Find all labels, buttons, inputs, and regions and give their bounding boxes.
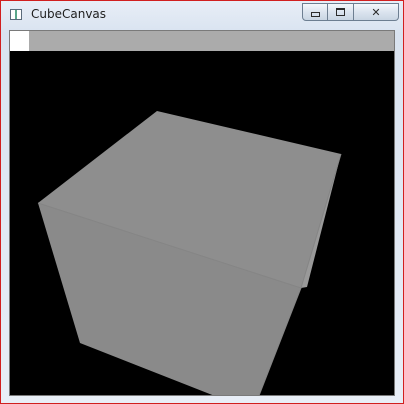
close-button[interactable]: ✕ (354, 3, 399, 21)
app-window: CubeCanvas ✕ (0, 0, 404, 404)
close-icon: ✕ (371, 5, 381, 19)
cube-canvas[interactable] (10, 51, 394, 395)
app-window-icon[interactable] (10, 9, 22, 20)
cube-canvas-svg (37, 111, 342, 395)
maximize-icon (336, 8, 345, 16)
progress-fill (10, 31, 29, 51)
caption-buttons: ✕ (302, 3, 400, 22)
maximize-button[interactable] (328, 3, 354, 21)
minimize-icon (310, 11, 320, 17)
minimize-button[interactable] (302, 3, 328, 21)
progress-bar (10, 31, 394, 51)
title-bar[interactable]: CubeCanvas ✕ (2, 2, 402, 26)
window-title: CubeCanvas (31, 7, 107, 21)
client-area (9, 30, 395, 396)
